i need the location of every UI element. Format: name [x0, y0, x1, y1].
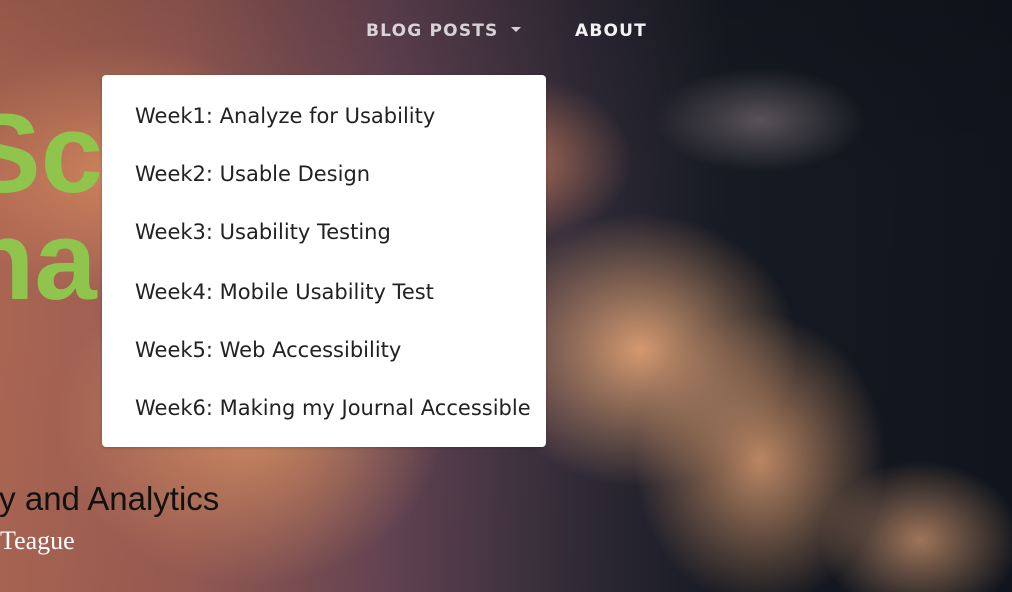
blog-posts-dropdown: Week1: Analyze for Usability Week2: Usab…	[102, 75, 546, 447]
caret-down-icon	[510, 27, 521, 32]
author-name: Teague	[0, 526, 75, 555]
dropdown-item-week5[interactable]: Week5: Web Accessibility	[135, 338, 401, 362]
dropdown-item-week3[interactable]: Week3: Usability Testing	[135, 220, 391, 244]
page-subtitle: ty and Analytics	[0, 480, 220, 517]
about-link[interactable]: ABOUT	[575, 21, 647, 41]
dropdown-item-week2[interactable]: Week2: Usable Design	[135, 162, 370, 186]
dropdown-item-week4[interactable]: Week4: Mobile Usability Test	[135, 280, 434, 304]
blog-posts-menu-button[interactable]: BLOG POSTS	[366, 21, 521, 41]
dropdown-item-week1[interactable]: Week1: Analyze for Usability	[135, 104, 435, 128]
dropdown-item-week6[interactable]: Week6: Making my Journal Accessible	[135, 396, 531, 420]
top-navigation: BLOG POSTS ABOUT	[0, 0, 1012, 68]
blog-posts-label: BLOG POSTS	[366, 21, 499, 41]
